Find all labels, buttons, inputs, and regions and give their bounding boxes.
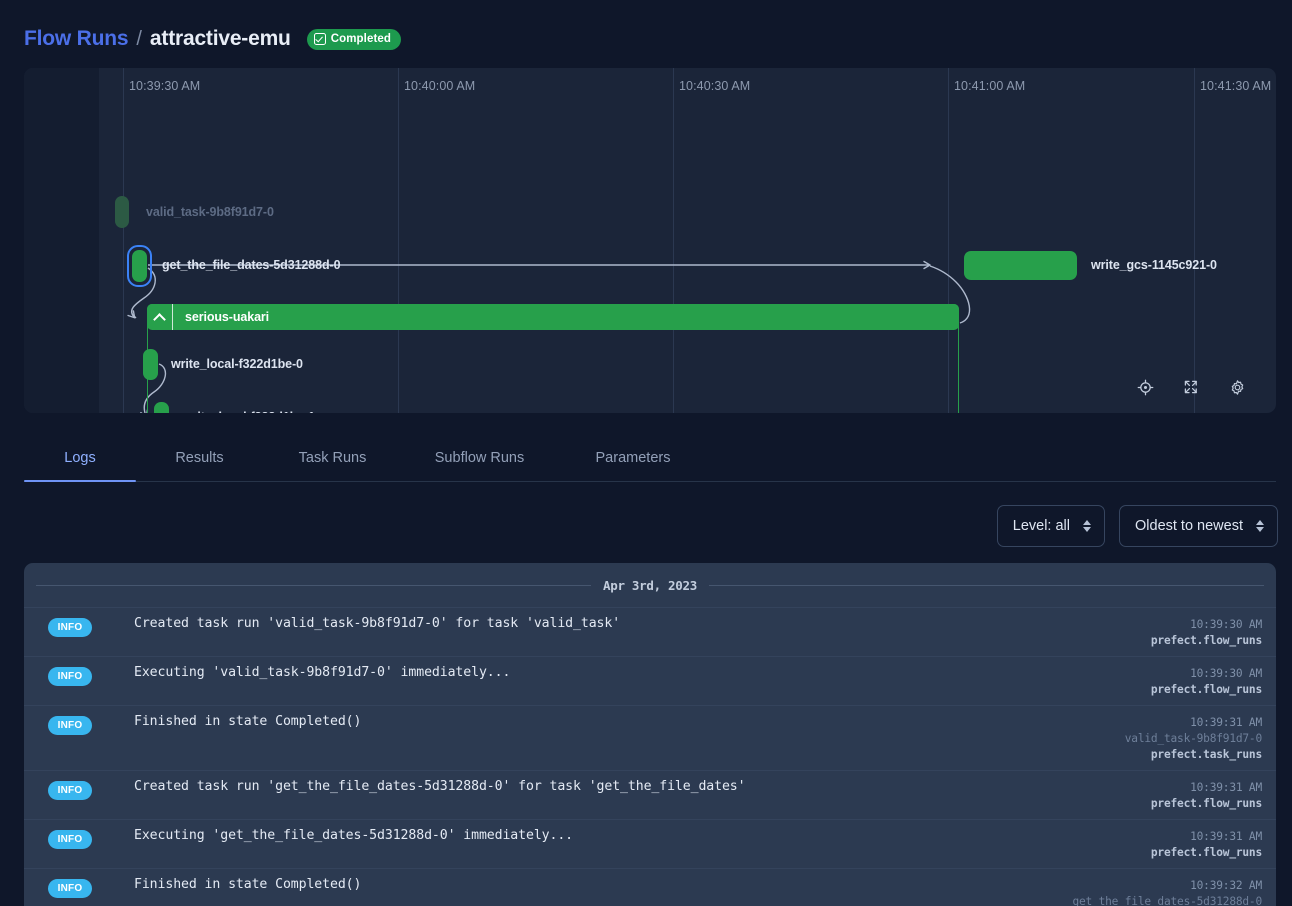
- breadcrumb-flow-runs-link[interactable]: Flow Runs: [24, 27, 129, 51]
- log-level-select-value: Level: all: [1012, 518, 1070, 534]
- log-row[interactable]: INFO Executing 'get_the_file_dates-5d312…: [24, 819, 1276, 868]
- log-meta: 10:39:31 AM prefect.flow_runs: [1151, 778, 1262, 812]
- log-message: Finished in state Completed(): [134, 714, 362, 729]
- tab-label: Parameters: [595, 449, 671, 466]
- logs-filter-bar: Level: all Oldest to newest: [996, 505, 1278, 547]
- chevron-up-icon[interactable]: [147, 304, 173, 330]
- log-timestamp: 10:39:30 AM: [1190, 618, 1262, 631]
- log-logger: prefect.flow_runs: [1150, 797, 1262, 810]
- log-meta: 10:39:30 AM prefect.flow_runs: [1151, 615, 1262, 649]
- log-row[interactable]: INFO Finished in state Completed() 10:39…: [24, 705, 1276, 770]
- log-meta: 10:39:31 AM valid_task-9b8f91d7-0 prefec…: [1125, 713, 1262, 763]
- log-timestamp: 10:39:31 AM: [1190, 716, 1262, 729]
- log-meta: 10:39:31 AM prefect.flow_runs: [1151, 827, 1262, 861]
- log-level-badge: INFO: [48, 716, 92, 735]
- expand-arrows-icon[interactable]: [1168, 373, 1214, 401]
- log-row[interactable]: INFO Finished in state Completed() 10:39…: [24, 868, 1276, 906]
- timeline-tick-label: 10:40:00 AM: [404, 79, 476, 93]
- task-node-write-local-0[interactable]: [143, 349, 158, 380]
- breadcrumb: Flow Runs / attractive-emu Completed: [24, 22, 402, 56]
- log-logger: prefect.flow_runs: [1150, 634, 1262, 647]
- task-node-label: get_the_file_dates-5d31288d-0: [162, 258, 341, 272]
- detail-tabs: Logs Results Task Runs Subflow Runs Para…: [24, 434, 1276, 482]
- tab-subflow-runs[interactable]: Subflow Runs: [402, 434, 557, 481]
- chevron-updown-icon: [1256, 520, 1264, 532]
- timeline-tick-label: 10:40:30 AM: [679, 79, 751, 93]
- log-date-separator: Apr 3rd, 2023: [36, 563, 1264, 607]
- log-meta: 10:39:32 AM get_the_file_dates-5d31288d-…: [1072, 876, 1262, 906]
- log-message: Executing 'get_the_file_dates-5d31288d-0…: [134, 828, 574, 843]
- task-node-write-gcs[interactable]: [964, 251, 1077, 280]
- log-logger: prefect.task_runs: [1150, 748, 1262, 761]
- subflow-run-bar-serious-uakari[interactable]: serious-uakari: [147, 304, 959, 330]
- log-sort-select-value: Oldest to newest: [1135, 518, 1243, 534]
- log-logger: prefect.flow_runs: [1150, 683, 1262, 696]
- tab-results[interactable]: Results: [136, 434, 263, 481]
- tab-task-runs[interactable]: Task Runs: [263, 434, 402, 481]
- tab-logs[interactable]: Logs: [24, 434, 136, 482]
- status-badge: Completed: [306, 28, 402, 50]
- tab-parameters[interactable]: Parameters: [557, 434, 709, 481]
- flow-run-timeline[interactable]: 10:39:30 AM 10:40:00 AM 10:40:30 AM 10:4…: [24, 68, 1276, 413]
- log-level-badge: INFO: [48, 618, 92, 637]
- timeline-controls: [1122, 373, 1260, 401]
- check-square-icon: [313, 33, 326, 45]
- status-badge-label: Completed: [330, 33, 392, 45]
- divider-line: [708, 584, 1264, 586]
- log-row[interactable]: INFO Created task run 'get_the_file_date…: [24, 770, 1276, 819]
- task-node-label: valid_task-9b8f91d7-0: [146, 205, 274, 219]
- log-message: Executing 'valid_task-9b8f91d7-0' immedi…: [134, 665, 511, 680]
- log-timestamp: 10:39:30 AM: [1190, 667, 1262, 680]
- log-message: Created task run 'get_the_file_dates-5d3…: [134, 779, 746, 794]
- timeline-tick-label: 10:41:00 AM: [954, 79, 1026, 93]
- log-date-label: Apr 3rd, 2023: [603, 577, 697, 593]
- gear-icon[interactable]: [1214, 373, 1260, 401]
- log-level-badge: INFO: [48, 830, 92, 849]
- log-message: Created task run 'valid_task-9b8f91d7-0'…: [134, 616, 621, 631]
- log-row[interactable]: INFO Created task run 'valid_task-9b8f91…: [24, 607, 1276, 656]
- task-node-valid-task[interactable]: [115, 196, 129, 228]
- log-level-select[interactable]: Level: all: [996, 505, 1105, 547]
- subflow-run-label: serious-uakari: [185, 310, 270, 324]
- log-level-badge: INFO: [48, 879, 92, 898]
- chevron-updown-icon: [1083, 520, 1091, 532]
- log-timestamp: 10:39:31 AM: [1190, 781, 1262, 794]
- timeline-tick-label: 10:39:30 AM: [129, 79, 201, 93]
- crosshair-target-icon[interactable]: [1122, 373, 1168, 401]
- tab-label: Logs: [64, 449, 96, 466]
- log-run-name: valid_task-9b8f91d7-0: [1124, 732, 1262, 745]
- log-sort-select[interactable]: Oldest to newest: [1119, 505, 1278, 547]
- timeline-gridline: [123, 68, 124, 413]
- page-title: attractive-emu: [149, 27, 291, 50]
- log-logger: prefect.flow_runs: [1150, 846, 1262, 859]
- breadcrumb-separator: /: [136, 27, 142, 50]
- tab-label: Subflow Runs: [434, 449, 525, 466]
- task-node-write-local-1[interactable]: [154, 402, 169, 413]
- log-timestamp: 10:39:31 AM: [1190, 830, 1262, 843]
- tab-label: Results: [175, 449, 224, 466]
- task-node-label: write_local-f322d1be-1: [183, 410, 315, 413]
- tab-label: Task Runs: [298, 449, 367, 466]
- task-node-get-the-file-dates[interactable]: [132, 250, 147, 282]
- log-timestamp: 10:39:32 AM: [1190, 879, 1262, 892]
- log-message: Finished in state Completed(): [134, 877, 362, 892]
- divider-line: [36, 584, 592, 586]
- timeline-gridline: [1194, 68, 1195, 413]
- logs-list[interactable]: Apr 3rd, 2023 INFO Created task run 'val…: [24, 563, 1276, 906]
- log-run-name: get_the_file_dates-5d31288d-0: [1072, 895, 1262, 906]
- log-level-badge: INFO: [48, 667, 92, 686]
- log-meta: 10:39:30 AM prefect.flow_runs: [1151, 664, 1262, 698]
- task-node-label: write_local-f322d1be-0: [171, 357, 303, 371]
- log-level-badge: INFO: [48, 781, 92, 800]
- task-node-label: write_gcs-1145c921-0: [1091, 258, 1217, 272]
- timeline-tick-label: 10:41:30 AM: [1200, 79, 1272, 93]
- log-row[interactable]: INFO Executing 'valid_task-9b8f91d7-0' i…: [24, 656, 1276, 705]
- timeline-left-gutter: [24, 68, 99, 413]
